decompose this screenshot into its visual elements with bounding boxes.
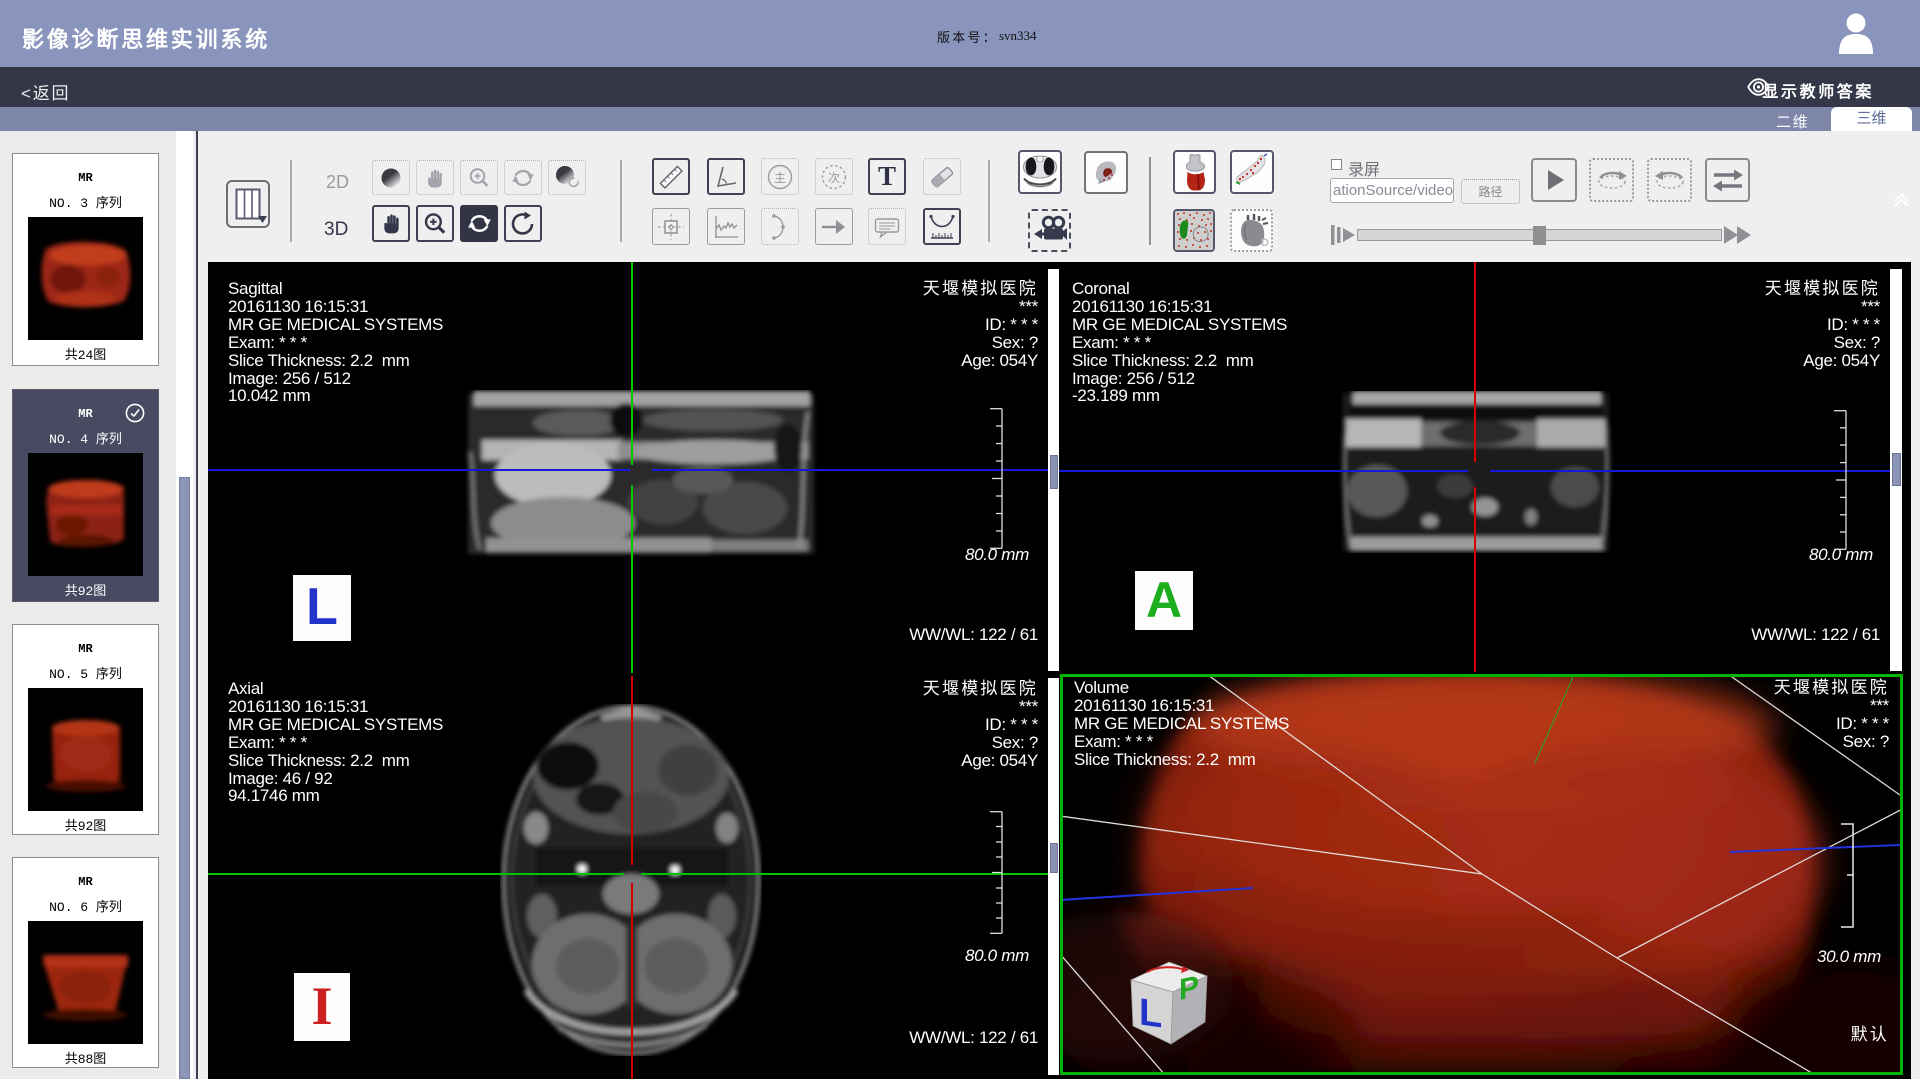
svg-text:P: P xyxy=(1179,970,1199,1007)
svg-text:次: 次 xyxy=(828,171,840,185)
svg-text:D: D xyxy=(1261,237,1269,249)
svg-text:L: L xyxy=(1139,990,1162,1036)
svg-text:主: 主 xyxy=(774,171,786,185)
